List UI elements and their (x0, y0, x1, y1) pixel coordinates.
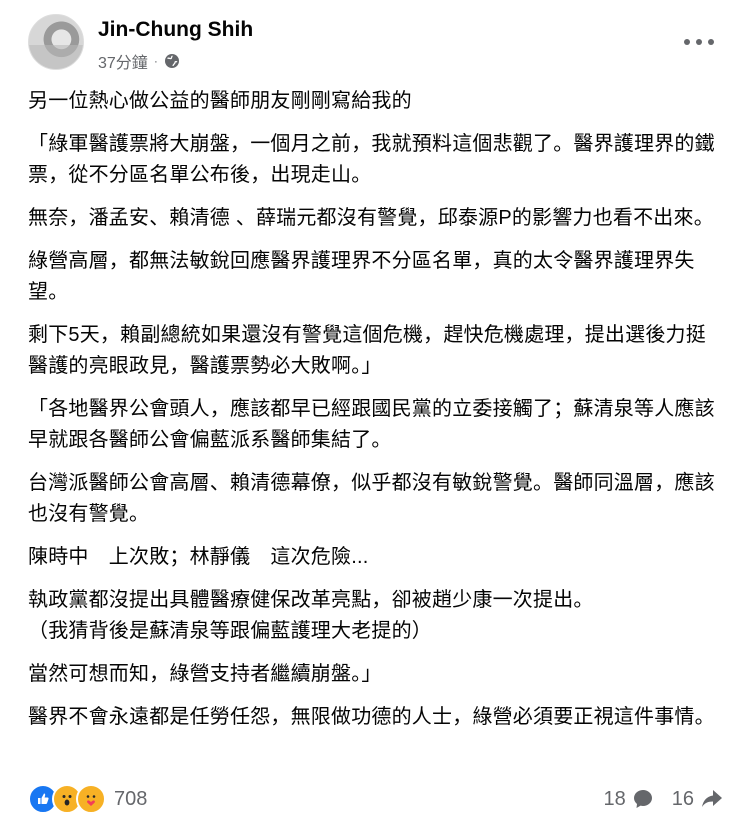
avatar[interactable] (28, 14, 84, 70)
author-name[interactable]: Jin-Chung Shih (98, 18, 253, 42)
post-paragraph: 無奈，潘孟安、賴清德 、薛瑞元都沒有警覺，邱泰源P的影響力也看不出來。 (28, 207, 714, 229)
post-paragraph: 「綠軍醫護票將大崩盤，一個月之前，我就預料這個悲觀了。醫界護理界的鐵票，從不分區… (28, 133, 715, 186)
comment-icon (632, 788, 654, 810)
shares-link[interactable]: 16 (672, 788, 722, 811)
more-options-icon[interactable] (684, 32, 714, 52)
care-icon[interactable] (76, 784, 106, 814)
comments-link[interactable]: 18 (604, 788, 654, 811)
share-count: 16 (671, 787, 694, 810)
engagement-counts: 18 16 (604, 788, 722, 811)
reactions-summary[interactable]: 708 (28, 784, 147, 814)
post-paragraph: 執政黨都沒提出具體醫療健保改革亮點，卻被趙少康一次提出。 （我猜背後是蘇清泉等跟… (28, 589, 594, 642)
meta-separator: · (153, 54, 158, 68)
post-paragraph: 另一位熱心做公益的醫師朋友剛剛寫給我的 (28, 90, 412, 112)
post-meta: 37分鐘 · (98, 49, 180, 73)
post-paragraph: 台灣派醫師公會高層、賴清德幕僚，似乎都沒有敏銳警覺。醫師同溫層，應該也沒有警覺。 (28, 472, 715, 525)
post-text: 另一位熱心做公益的醫師朋友剛剛寫給我的 「綠軍醫護票將大崩盤，一個月之前，我就預… (28, 86, 722, 733)
timestamp[interactable]: 37分鐘 (98, 49, 148, 73)
post-paragraph: 剩下5天，賴副總統如果還沒有警覺這個危機，趕快危機處理，提出選後力挺醫護的亮眼政… (28, 324, 706, 377)
post-paragraph: 醫界不會永遠都是任勞任怨，無限做功德的人士，綠營必須要正視這件事情。 (28, 706, 715, 728)
comment-count: 18 (603, 787, 626, 810)
post-header: Jin-Chung Shih 37分鐘 · (28, 14, 722, 78)
post-paragraph: 當然可想而知，綠營支持者繼續崩盤。」 (28, 663, 382, 685)
reaction-count[interactable]: 708 (114, 788, 147, 811)
globe-icon (164, 53, 180, 69)
post-paragraph: 陳時中 上次敗；林靜儀 這次危險... (28, 546, 369, 568)
post-paragraph: 「各地醫界公會頭人，應該都早已經跟國民黨的立委接觸了；蘇清泉等人應該早就跟各醫師… (28, 398, 715, 451)
post-footer: 708 18 16 (28, 782, 722, 816)
post-card: Jin-Chung Shih 37分鐘 · 另一位熱心做公益的醫師朋友剛剛寫給我… (0, 0, 750, 827)
share-icon (700, 788, 722, 810)
post-paragraph: 綠營高層，都無法敏銳回應醫界護理界不分區名單，真的太令醫界護理界失望。 (28, 250, 695, 303)
